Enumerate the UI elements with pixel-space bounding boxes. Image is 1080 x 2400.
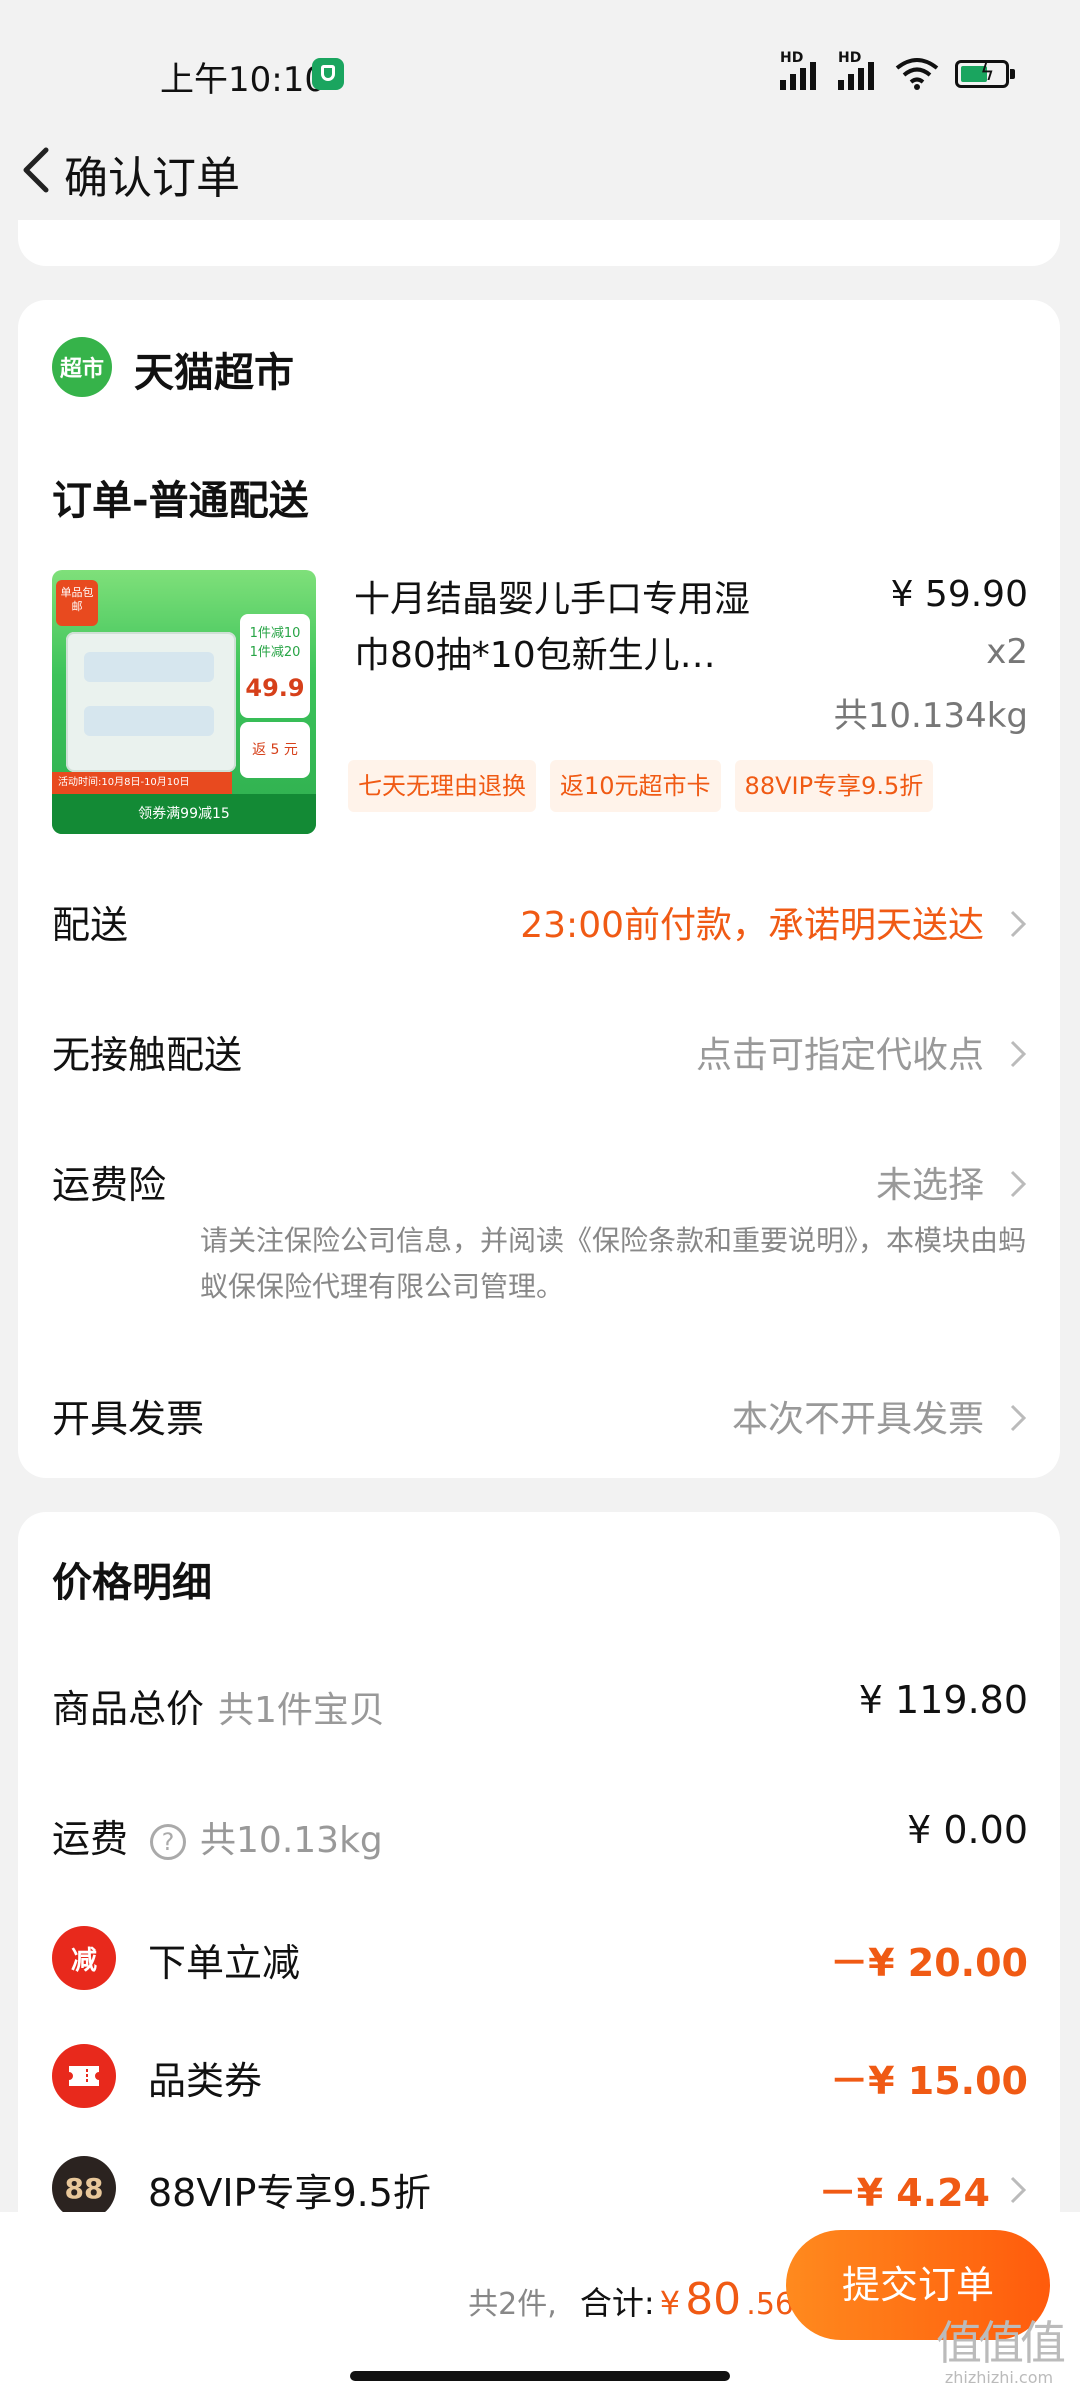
- store-logo: 超市: [52, 337, 112, 397]
- status-time: 上午10:10: [160, 60, 326, 100]
- discount-row-instant: 减 下单立减 －¥ 20.00: [52, 1926, 1028, 1992]
- signal-icon-2: HD: [838, 50, 888, 90]
- delivery-row[interactable]: 配送 23:00前付款，承诺明天送达: [52, 894, 1028, 954]
- coupon-amount: －¥ 15.00: [830, 2059, 1028, 2103]
- price-detail-card: 价格明细 商品总价 共1件宝贝 ¥ 119.80 运费? 共10.13kg ¥ 0.…: [18, 1512, 1060, 2252]
- delivery-label: 配送: [52, 903, 129, 947]
- total-amount-integer: 80: [685, 2274, 742, 2325]
- vip-88-icon: 88: [52, 2156, 116, 2220]
- goods-total-label: 商品总价: [52, 1687, 205, 1731]
- store-name[interactable]: 天猫超市: [134, 340, 294, 398]
- contactless-label: 无接触配送: [52, 1033, 243, 1077]
- watermark: 值值值 zhizhizhi.com: [936, 2316, 1066, 2387]
- shipping-fee-row: 运费? 共10.13kg ¥ 0.00: [52, 1808, 1028, 1868]
- thumb-bottom-banner: 领券满99减15: [52, 794, 316, 834]
- shipping-insurance-row[interactable]: 运费险 未选择: [52, 1154, 1028, 1214]
- product-thumbnail[interactable]: 单品包邮 1件减10 1件减20 49.9 返 5 元 活动时间:10月8日-1…: [52, 570, 316, 834]
- help-icon[interactable]: ?: [150, 1823, 187, 1860]
- goods-total-row: 商品总价 共1件宝贝 ¥ 119.80: [52, 1678, 1028, 1738]
- thumb-coupon: 返 5 元: [240, 722, 310, 778]
- coupon-ticket-icon: [52, 2044, 116, 2108]
- product-weight: 共10.134kg: [833, 696, 1028, 736]
- insurance-note: 请关注保险公司信息，并阅读《保险条款和重要说明》，本模块由蚂蚁保保险代理有限公司…: [200, 1224, 1027, 1303]
- invoice-row[interactable]: 开具发票 本次不开具发票: [52, 1388, 1028, 1448]
- shipping-fee-label: 运费: [52, 1817, 129, 1861]
- order-summary: 共2件, 合计: ¥ 80 .56: [468, 2274, 794, 2325]
- order-card: 超市 天猫超市 订单-普通配送 单品包邮 1件减10 1件减20 49.9 返 …: [18, 300, 1060, 1478]
- product-title[interactable]: 十月结晶婴儿手口专用湿巾80抽*10包新生儿…: [354, 572, 774, 684]
- product-tags: 七天无理由退换 返10元超市卡 88VIP专享9.5折: [348, 760, 934, 812]
- goods-total-count: 共1件宝贝: [218, 1690, 385, 1731]
- battery-icon: ϟ: [955, 60, 1015, 88]
- thumb-date: 活动时间:10月8日-10月10日: [52, 772, 232, 794]
- goods-total-amount: ¥ 119.80: [858, 1678, 1028, 1722]
- signal-icon: HD: [780, 50, 830, 90]
- chevron-right-icon: [1010, 910, 1027, 938]
- chevron-right-icon: [1010, 1170, 1027, 1198]
- tag-cashback: 返10元超市卡: [550, 760, 721, 812]
- insurance-label: 运费险: [52, 1163, 167, 1207]
- chevron-right-icon: [1010, 1040, 1027, 1068]
- coupon-label: 品类券: [148, 2059, 263, 2103]
- contactless-delivery-row[interactable]: 无接触配送 点击可指定代收点: [52, 1024, 1028, 1084]
- shipping-weight: 共10.13kg: [200, 1820, 383, 1861]
- item-count: 共2件,: [468, 2287, 557, 2322]
- tag-return: 七天无理由退换: [348, 760, 536, 812]
- product-quantity: x2: [986, 632, 1028, 672]
- home-indicator[interactable]: [350, 2371, 730, 2381]
- shield-icon: [312, 58, 344, 90]
- back-arrow-icon[interactable]: [14, 138, 62, 202]
- previous-card-edge: [18, 220, 1060, 266]
- invoice-value: 本次不开具发票: [731, 1399, 984, 1440]
- price-detail-title: 价格明细: [52, 1560, 212, 1606]
- wifi-icon: [895, 58, 939, 90]
- total-currency: ¥: [659, 2284, 681, 2322]
- instant-discount-label: 下单立减: [148, 1941, 301, 1985]
- insurance-value: 未选择: [875, 1165, 984, 1206]
- thumb-badge: 单品包邮: [56, 580, 98, 626]
- chevron-right-icon: [1010, 2176, 1027, 2204]
- total-label: 合计:: [579, 2284, 655, 2322]
- product-image: [66, 632, 236, 772]
- page-title: 确认订单: [64, 153, 240, 204]
- delivery-value: 23:00前付款，承诺明天送达: [520, 905, 984, 946]
- chevron-right-icon: [1010, 1404, 1027, 1432]
- tag-vip: 88VIP专享9.5折: [734, 760, 934, 812]
- instant-discount-icon: 减: [52, 1926, 116, 1990]
- shipping-fee-amount: ¥ 0.00: [907, 1808, 1028, 1852]
- product-price: ¥ 59.90: [890, 574, 1028, 615]
- discount-row-coupon: 品类券 －¥ 15.00: [52, 2044, 1028, 2110]
- vip-discount-label: 88VIP专享9.5折: [148, 2171, 431, 2215]
- invoice-label: 开具发票: [52, 1397, 205, 1441]
- vip-discount-amount: －¥ 4.24: [818, 2171, 990, 2215]
- thumb-price-tag: 1件减10 1件减20 49.9: [240, 614, 310, 718]
- contactless-value: 点击可指定代收点: [695, 1035, 984, 1076]
- page-header: 确认订单: [0, 120, 1080, 220]
- instant-discount-amount: －¥ 20.00: [830, 1941, 1028, 1985]
- delivery-section-title: 订单-普通配送: [52, 478, 309, 524]
